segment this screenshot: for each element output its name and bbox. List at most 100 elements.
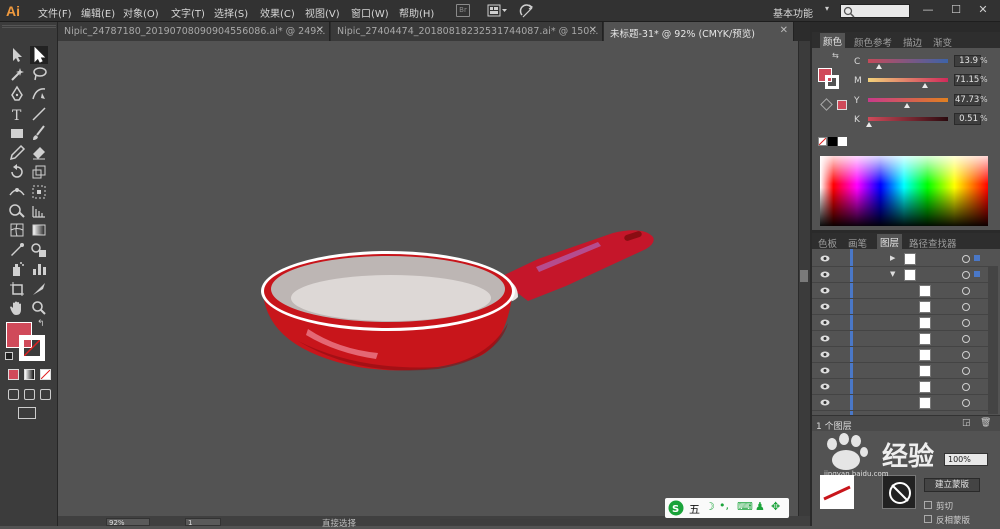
arrange-documents-icon[interactable]: [487, 4, 509, 18]
workspace-chevron-icon[interactable]: ▾: [825, 4, 829, 13]
layer-target-icon[interactable]: [962, 351, 970, 359]
visibility-eye-icon[interactable]: [820, 367, 830, 374]
tab-swatches[interactable]: 色板: [818, 236, 837, 250]
symbol-sprayer-tool-icon[interactable]: [8, 260, 26, 278]
line-segment-tool-icon[interactable]: [30, 105, 48, 123]
black-slider[interactable]: [868, 117, 948, 121]
layer-target-icon[interactable]: [962, 383, 970, 391]
collapse-arrow-icon[interactable]: ▼: [890, 270, 895, 278]
panel-stroke-swatch[interactable]: [825, 75, 839, 89]
visibility-eye-icon[interactable]: [820, 271, 830, 278]
make-mask-button[interactable]: 建立蒙版: [924, 478, 980, 492]
scale-tool-icon[interactable]: [30, 163, 48, 181]
shape-builder-tool-icon[interactable]: [8, 202, 26, 220]
tab-brushes[interactable]: 画笔: [848, 236, 867, 250]
menu-help[interactable]: 帮助(H): [399, 5, 434, 20]
layer-target-icon[interactable]: [962, 271, 970, 279]
visibility-eye-icon[interactable]: [820, 287, 830, 294]
layer-row[interactable]: [812, 379, 988, 395]
menu-view[interactable]: 视图(V): [305, 5, 340, 20]
input-method-toolbar[interactable]: S 五 ☽ •, ⌨ ♟ ✥: [665, 498, 789, 518]
layer-row[interactable]: [812, 363, 988, 379]
keyboard-icon[interactable]: ⌨: [737, 500, 753, 513]
magenta-slider-thumb[interactable]: [922, 83, 928, 88]
menu-effect[interactable]: 效果(C): [260, 5, 295, 20]
invert-mask-checkbox[interactable]: [924, 515, 932, 523]
screen-mode-icon[interactable]: [18, 407, 36, 419]
layer-row[interactable]: [812, 347, 988, 363]
close-tab-icon[interactable]: ✕: [780, 25, 788, 36]
visibility-eye-icon[interactable]: [820, 399, 830, 406]
visibility-eye-icon[interactable]: [820, 319, 830, 326]
layer-row[interactable]: [812, 395, 988, 411]
magic-wand-tool-icon[interactable]: [8, 65, 26, 83]
tab-document-2[interactable]: Nipic_27404474_20180818232531744087.ai* …: [331, 22, 603, 41]
gradient-mode-icon[interactable]: [24, 369, 35, 380]
eraser-tool-icon[interactable]: [30, 144, 48, 162]
layer-row[interactable]: ▼: [812, 267, 988, 283]
tab-document-1[interactable]: Nipic_24787180_20190708090904556086.ai* …: [58, 22, 330, 41]
curvature-tool-icon[interactable]: [30, 85, 48, 103]
rectangle-tool-icon[interactable]: [8, 124, 26, 142]
column-graph-tool-icon[interactable]: [30, 260, 48, 278]
layer-row[interactable]: [812, 283, 988, 299]
artboard-number-field[interactable]: 1: [185, 518, 221, 527]
menu-edit[interactable]: 编辑(E): [81, 5, 115, 20]
layer-target-icon[interactable]: [962, 319, 970, 327]
frying-pan-artwork[interactable]: [58, 41, 798, 516]
visibility-eye-icon[interactable]: [820, 255, 830, 262]
artboard-canvas[interactable]: [58, 41, 798, 516]
close-tab-icon[interactable]: ✕: [316, 25, 324, 36]
tab-color-guide[interactable]: 颜色参考: [854, 35, 892, 49]
tab-document-active[interactable]: 未标题-31* @ 92% (CMYK/预览) ✕: [604, 22, 794, 41]
zoom-level-field[interactable]: 92%: [106, 518, 150, 527]
skin-icon[interactable]: ✥: [771, 500, 780, 513]
magenta-value-input[interactable]: 71.15: [954, 74, 981, 86]
tab-gradient[interactable]: 渐变: [933, 35, 952, 49]
cyan-value-input[interactable]: 13.9: [954, 55, 981, 67]
user-icon[interactable]: ♟: [755, 500, 765, 513]
new-layer-icon[interactable]: ◲: [962, 418, 971, 428]
black-color-swatch[interactable]: [828, 137, 837, 146]
layer-target-icon[interactable]: [962, 367, 970, 375]
zoom-tool-icon[interactable]: [30, 299, 48, 317]
layer-target-icon[interactable]: [962, 399, 970, 407]
visibility-eye-icon[interactable]: [820, 303, 830, 310]
visibility-eye-icon[interactable]: [820, 351, 830, 358]
none-mode-icon[interactable]: [40, 369, 51, 380]
perspective-grid-tool-icon[interactable]: [30, 202, 48, 220]
black-slider-thumb[interactable]: [866, 122, 872, 127]
tab-stroke[interactable]: 描边: [903, 35, 922, 49]
stroke-swatch[interactable]: [19, 335, 45, 361]
layer-target-icon[interactable]: [962, 335, 970, 343]
pen-tool-icon[interactable]: [8, 85, 26, 103]
minimize-icon[interactable]: —: [918, 2, 938, 18]
eyedropper-tool-icon[interactable]: [8, 241, 26, 259]
layer-target-icon[interactable]: [962, 303, 970, 311]
maximize-icon[interactable]: ☐: [946, 2, 966, 18]
layer-row[interactable]: [812, 331, 988, 347]
menu-object[interactable]: 对象(O): [123, 5, 159, 20]
yellow-slider-thumb[interactable]: [904, 103, 910, 108]
mesh-tool-icon[interactable]: [8, 221, 26, 239]
width-tool-icon[interactable]: [8, 183, 26, 201]
color-mode-icon[interactable]: [8, 369, 19, 380]
selection-tool-icon[interactable]: [8, 46, 26, 64]
layers-scrollbar[interactable]: [988, 266, 998, 414]
black-value-input[interactable]: 0.51: [954, 113, 981, 125]
pencil-tool-icon[interactable]: [8, 144, 26, 162]
menu-window[interactable]: 窗口(W): [351, 5, 389, 20]
draw-behind-icon[interactable]: [24, 389, 35, 400]
layer-target-icon[interactable]: [962, 287, 970, 295]
slice-tool-icon[interactable]: [30, 280, 48, 298]
magenta-slider[interactable]: [868, 78, 948, 82]
yellow-value-input[interactable]: 47.73: [954, 94, 981, 106]
yellow-slider[interactable]: [868, 98, 948, 102]
gamut-swatch[interactable]: [837, 100, 847, 110]
tab-pathfinder[interactable]: 路径查找器: [909, 236, 957, 250]
panel-swap-icon[interactable]: ⇆: [832, 51, 839, 60]
swap-fill-stroke-icon[interactable]: ↰: [37, 319, 45, 329]
rotate-tool-icon[interactable]: [8, 163, 26, 181]
workspace-switcher[interactable]: 基本功能: [773, 5, 813, 20]
search-input[interactable]: [840, 4, 910, 18]
